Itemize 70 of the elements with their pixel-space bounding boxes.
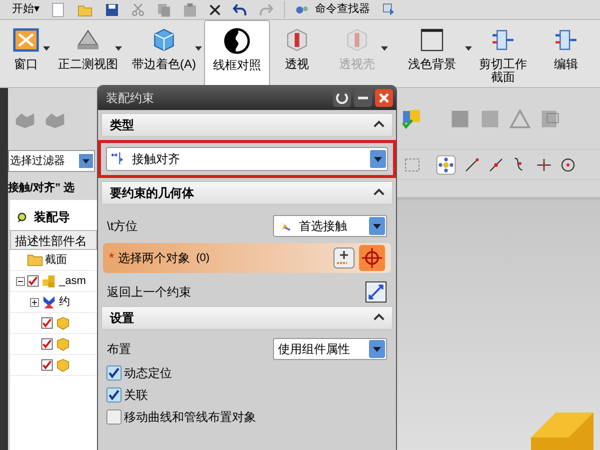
tree-item-label[interactable]: 约 — [59, 294, 70, 310]
close-icon[interactable] — [375, 89, 393, 107]
center-point-icon[interactable] — [559, 156, 577, 174]
paste-icon[interactable] — [182, 2, 198, 18]
pin-icon[interactable] — [16, 211, 28, 223]
dropdown-caret-icon[interactable] — [115, 46, 122, 51]
required-mark: * — [109, 249, 114, 268]
checkbox-label[interactable]: 动态定位 — [124, 364, 172, 382]
tree-item-label[interactable]: 截面 — [45, 252, 67, 268]
dropdown[interactable]: 使用组件属性 — [273, 338, 387, 360]
checkbox-label[interactable]: 关联 — [124, 386, 148, 404]
prompt-text: 接触/对齐” 选 — [8, 180, 76, 196]
ribbon-button[interactable]: 浅色背景 — [390, 20, 474, 87]
navigator-title: 装配导 — [34, 209, 70, 226]
start-menu[interactable]: 开始▾ — [12, 1, 40, 18]
dropdown-caret-icon[interactable] — [465, 46, 472, 51]
part-icon — [55, 315, 71, 331]
ribbon-button[interactable]: 窗口 — [0, 20, 52, 87]
save-icon[interactable] — [104, 2, 120, 18]
checkbox[interactable] — [41, 359, 53, 371]
section-header[interactable]: 类型 — [101, 113, 393, 137]
minimize-icon[interactable] — [354, 89, 372, 107]
add-icon[interactable] — [333, 247, 355, 269]
dialog-title: 装配约束 — [106, 90, 154, 107]
dropdown[interactable]: 接触对齐 — [106, 147, 388, 171]
snap-points-icon[interactable] — [435, 154, 457, 176]
part-icon — [55, 336, 71, 352]
expand-icon[interactable] — [30, 298, 39, 306]
part-icon — [55, 357, 71, 373]
midpoint-icon[interactable] — [487, 156, 505, 174]
field-label: \t方位 — [107, 218, 138, 235]
delete-icon[interactable] — [208, 2, 222, 16]
filter-dropdown[interactable]: 选择过滤器 — [8, 150, 95, 172]
field-label: 布置 — [107, 341, 131, 358]
dropdown-caret-icon[interactable] — [195, 46, 202, 51]
section-header[interactable]: 设置 — [101, 306, 393, 330]
ribbon-button[interactable]: 正二测视图 — [52, 20, 124, 87]
ribbon-button[interactable]: 编辑 — [532, 20, 600, 87]
folder-icon — [27, 252, 43, 268]
checkbox[interactable] — [27, 275, 39, 287]
ribbon-button[interactable]: 带边着色(A) — [124, 20, 204, 87]
field-label: 返回上一个约束 — [107, 284, 191, 301]
section-header[interactable]: 要约束的几何体 — [101, 181, 393, 205]
reset-icon[interactable] — [333, 89, 351, 107]
dropdown[interactable]: 首选接触 — [273, 215, 387, 237]
dropdown-caret-icon[interactable] — [43, 46, 50, 51]
ribbon-button[interactable]: 线框对照 — [204, 20, 270, 87]
constraint-icon — [41, 294, 57, 310]
selection-count: (0) — [196, 250, 210, 266]
checkbox-label[interactable]: 移动曲线和管线布置对象 — [124, 408, 256, 426]
command-finder-button[interactable]: 命令查找器 — [315, 1, 370, 18]
selection-row[interactable]: * 选择两个对象 (0) — [103, 243, 391, 273]
column-header[interactable]: 描述性部件名 — [10, 230, 97, 250]
collapse-icon[interactable] — [16, 276, 25, 286]
endpoint-icon[interactable] — [463, 156, 481, 174]
checkbox[interactable] — [106, 409, 122, 425]
checkbox[interactable] — [41, 338, 53, 350]
parts-icon — [41, 273, 57, 289]
checkbox[interactable] — [106, 365, 122, 381]
panel-icon — [418, 26, 446, 54]
undo-icon[interactable] — [232, 2, 248, 18]
tree-item-label[interactable]: _asm — [59, 272, 86, 290]
new-file-icon[interactable] — [50, 2, 66, 18]
window-icon — [12, 26, 40, 54]
ribbon-button[interactable]: 剪切工作截面 — [474, 20, 532, 87]
checkbox[interactable] — [106, 387, 122, 403]
checkbox[interactable] — [41, 317, 53, 329]
selection-label: 选择两个对象 — [118, 250, 190, 267]
reverse-icon[interactable] — [365, 281, 387, 303]
contrast-icon — [223, 27, 251, 55]
